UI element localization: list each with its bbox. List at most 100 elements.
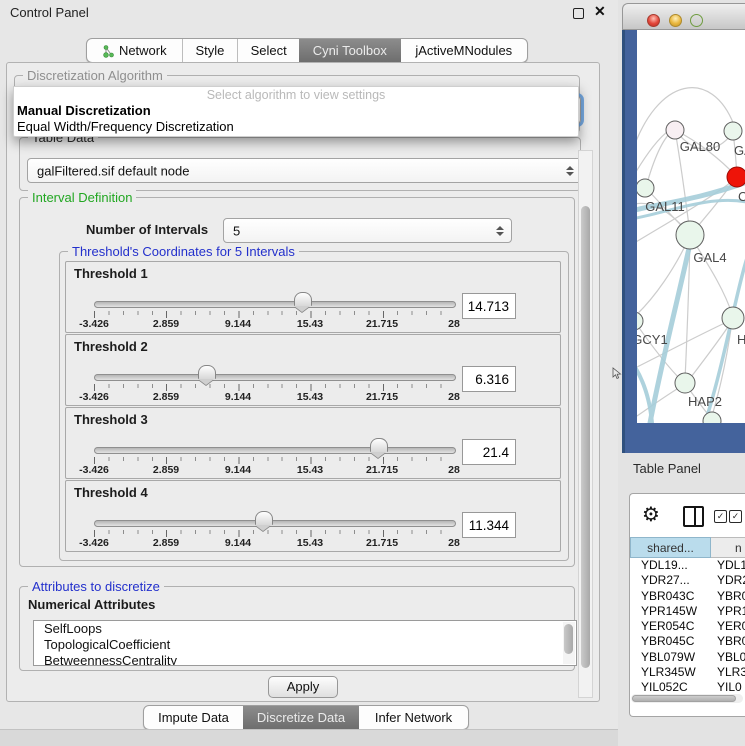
number-of-intervals-label: Number of Intervals — [86, 222, 208, 237]
threshold-value-field[interactable]: 21.4 — [462, 439, 516, 465]
threshold-value-field[interactable]: 6.316 — [462, 366, 516, 392]
threshold-slider[interactable]: -3.426 2.859 9.144 15.43 21.715 28 — [94, 335, 454, 403]
list-scrollbar[interactable] — [563, 622, 575, 664]
slider-tick-labels: -3.426 2.859 9.144 15.43 21.715 28 — [94, 537, 454, 549]
tab-label: Cyni Toolbox — [313, 39, 387, 62]
table-row[interactable]: YBR043CYBR0 — [630, 589, 745, 604]
table-row[interactable]: YIL052CYIL0 — [630, 680, 745, 695]
table-row[interactable]: YBR045CYBR0 — [630, 634, 745, 649]
attributes-listbox[interactable]: SelfLoops TopologicalCoefficient Between… — [33, 620, 577, 666]
table-row[interactable]: YER054CYER0 — [630, 619, 745, 634]
tab-infer-network[interactable]: Infer Network — [359, 706, 468, 729]
list-scrollbar-thumb[interactable] — [564, 624, 573, 654]
combo-value: 5 — [233, 223, 240, 238]
table-panel-title: Table Panel — [633, 461, 701, 476]
group-title: Discretization Algorithm — [23, 68, 167, 83]
threshold-slider[interactable]: -3.426 2.859 9.144 15.43 21.715 28 — [94, 481, 454, 549]
table-body: YDL19...YDL1 YDR27...YDR2 YBR043CYBR0 YP… — [630, 558, 745, 695]
attributes-group: Attributes to discretize Numerical Attri… — [19, 586, 575, 671]
threshold-slider[interactable]: -3.426 2.859 9.144 15.43 21.715 28 — [94, 408, 454, 476]
slider-thumb[interactable] — [198, 365, 216, 379]
slider-track[interactable] — [94, 520, 456, 527]
table-row[interactable]: YDR27...YDR2 — [630, 573, 745, 588]
threshold-row: Threshold 1 -3.426 2.859 9.144 15.43 — [65, 261, 561, 333]
node-label: GAL80 — [680, 139, 720, 154]
close-icon[interactable]: ✕ — [594, 3, 606, 20]
table-data-combobox[interactable]: galFiltered.sif default node — [27, 158, 582, 183]
table-row[interactable]: YPR145WYPR1 — [630, 604, 745, 619]
tab-style[interactable]: Style — [182, 39, 238, 62]
slider-track[interactable] — [94, 447, 456, 454]
node-top-right[interactable] — [724, 122, 742, 140]
number-of-intervals-combobox[interactable]: 5 — [223, 218, 512, 243]
tab-select[interactable]: Select — [237, 39, 299, 62]
slider-tick-labels: -3.426 2.859 9.144 15.43 21.715 28 — [94, 464, 454, 476]
interval-definition-group: Interval Definition Number of Intervals … — [19, 197, 575, 567]
threshold-row: Threshold 4 -3.426 2.859 9.144 15.43 — [65, 480, 561, 552]
threshold-value-field[interactable]: 14.713 — [462, 293, 516, 319]
node-red-selected[interactable] — [727, 167, 745, 187]
panel-footer — [0, 729, 618, 746]
combo-spinner-icon — [496, 226, 504, 236]
column-header-name[interactable]: n — [711, 537, 745, 558]
float-window-icon[interactable] — [573, 8, 584, 19]
tab-discretize-data[interactable]: Discretize Data — [243, 706, 359, 729]
slider-thumb[interactable] — [294, 292, 312, 306]
threshold-slider[interactable]: -3.426 2.859 9.144 15.43 21.715 28 — [94, 262, 454, 330]
close-traffic-light[interactable] — [647, 14, 660, 27]
columns-icon[interactable] — [683, 506, 704, 527]
node-label: GA — [734, 143, 745, 158]
node-label: HAP2 — [688, 394, 722, 409]
table-panel-window: ⚙ ✓ ✓ shared... n YDL19...YDL1 YDR27...Y… — [629, 493, 745, 717]
list-item[interactable]: TopologicalCoefficient — [34, 637, 576, 653]
zoom-traffic-light[interactable] — [690, 14, 703, 27]
table-data-group: Table Data galFiltered.sif default node — [19, 137, 581, 191]
tab-jactivemnodules[interactable]: jActiveMNodules — [401, 39, 527, 62]
threshold-value-field[interactable]: 11.344 — [462, 512, 516, 538]
slider-thumb[interactable] — [370, 438, 388, 452]
panel-title: Control Panel — [10, 5, 89, 20]
table-hscrollbar-thumb[interactable] — [632, 695, 736, 702]
node-h[interactable] — [722, 307, 744, 329]
top-tab-bar: Network Style Select Cyni Toolbox jActiv… — [86, 38, 528, 63]
popup-option-equal-width[interactable]: Equal Width/Frequency Discretization — [17, 119, 234, 134]
network-canvas[interactable]: GAL80 GA C GAL11 GAL4 GCY1 H HAP2 — [637, 30, 745, 423]
tab-impute-data[interactable]: Impute Data — [144, 706, 243, 729]
tab-network[interactable]: Network — [87, 39, 182, 62]
panel-scrollbar-thumb[interactable] — [581, 206, 590, 668]
list-item[interactable]: SelfLoops — [34, 621, 576, 637]
node-gcy1[interactable] — [637, 312, 643, 330]
table-row[interactable]: YLR345WYLR3 — [630, 665, 745, 680]
node-gal11[interactable] — [637, 179, 654, 197]
checkbox-icon[interactable]: ✓ — [729, 510, 742, 523]
table-row[interactable]: YBL079WYBL0 — [630, 650, 745, 665]
node-hap2[interactable] — [675, 373, 695, 393]
table-row[interactable]: YDL19...YDL1 — [630, 558, 745, 573]
group-title: Threshold's Coordinates for 5 Intervals — [68, 244, 299, 259]
combo-value: galFiltered.sif default node — [37, 163, 189, 178]
slider-track[interactable] — [94, 374, 456, 381]
minimize-traffic-light[interactable] — [669, 14, 682, 27]
slider-thumb[interactable] — [255, 511, 273, 525]
gear-icon[interactable]: ⚙ — [642, 502, 660, 526]
slider-tick-labels: -3.426 2.859 9.144 15.43 21.715 28 — [94, 391, 454, 403]
node-label: H — [737, 332, 745, 347]
slider-major-ticks — [94, 384, 455, 391]
apply-button[interactable]: Apply — [268, 676, 338, 698]
list-item[interactable]: BetweennessCentrality — [34, 653, 576, 666]
algorithm-popup: Select algorithm to view settings Manual… — [13, 86, 579, 137]
panel-scrollbar[interactable] — [578, 150, 593, 698]
tab-label: Network — [119, 39, 167, 62]
checkbox-icon[interactable]: ✓ — [714, 510, 727, 523]
tab-cyni-toolbox[interactable]: Cyni Toolbox — [299, 39, 401, 62]
node-bottom[interactable] — [703, 412, 721, 423]
popup-option-manual[interactable]: Manual Discretization — [17, 103, 151, 118]
tab-label: Impute Data — [158, 706, 229, 729]
slider-track[interactable] — [94, 301, 456, 308]
node-label: GAL4 — [693, 250, 726, 265]
table-hscrollbar[interactable] — [631, 694, 743, 703]
network-window-titlebar[interactable] — [622, 3, 745, 30]
node-gal80[interactable] — [666, 121, 684, 139]
column-header-shared-name[interactable]: shared... — [630, 537, 711, 558]
node-gal4[interactable] — [676, 221, 704, 249]
